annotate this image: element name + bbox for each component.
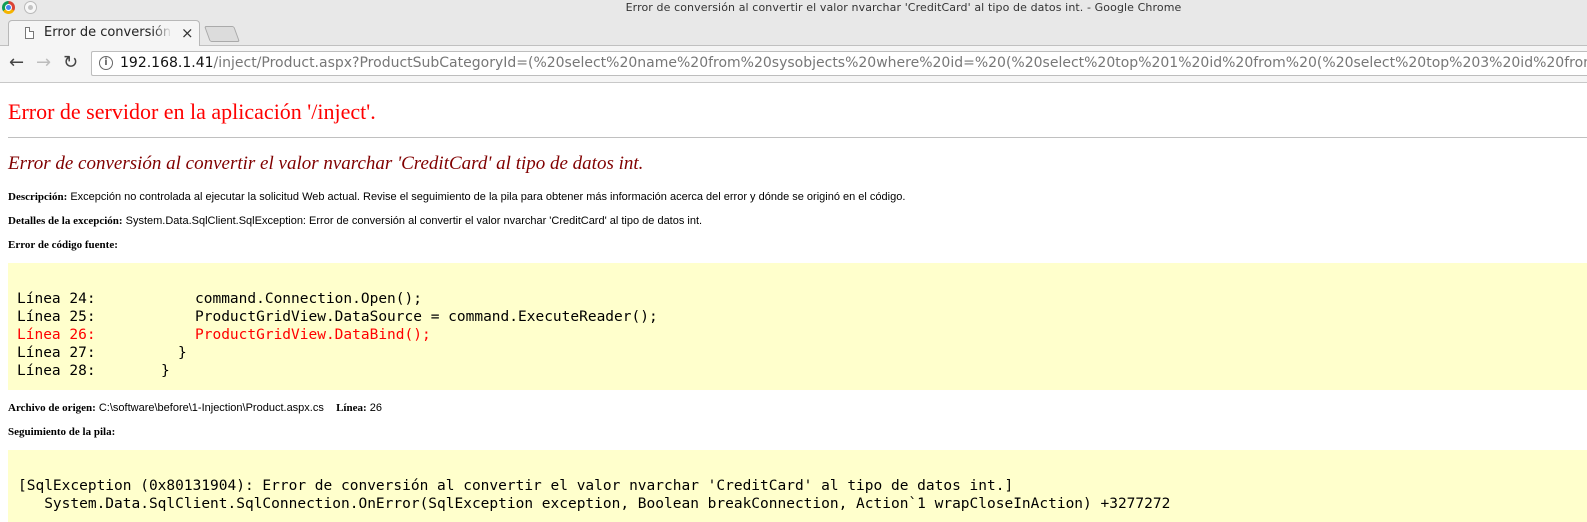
description-label: Descripción: — [8, 191, 68, 203]
url-text[interactable]: 192.168.1.41/inject/Product.aspx?Product… — [120, 55, 1587, 71]
page-icon — [25, 27, 34, 39]
reload-icon[interactable]: ↻ — [63, 53, 78, 73]
code-line-text: ProductGridView.DataSource = command.Exe… — [195, 309, 658, 325]
error-title: Error de conversión al convertir el valo… — [8, 153, 644, 174]
code-line-label: Línea 25: — [17, 309, 96, 325]
stack-trace-label: Seguimiento de la pila: — [8, 426, 116, 438]
close-tab-icon[interactable]: × — [181, 24, 194, 42]
exception-label: Detalles de la excepción: — [8, 215, 123, 227]
tab-strip: Error de conversión al convertir × — [0, 16, 1587, 46]
exception-text: System.Data.SqlClient.SqlException: Erro… — [125, 215, 703, 227]
browser-toolbar: ← → ↻ i 192.168.1.41/inject/Product.aspx… — [0, 46, 1587, 83]
line-number: 26 — [369, 402, 382, 414]
stack-line: System.Data.SqlClient.SqlConnection.OnEr… — [18, 496, 1171, 512]
source-code-block: Línea 24: command.Connection.Open(); Líne… — [8, 263, 1587, 390]
address-bar[interactable]: i 192.168.1.41/inject/Product.aspx?Produ… — [91, 51, 1587, 76]
stack-line: [SqlException (0x80131904): Error de con… — [18, 478, 1014, 494]
code-line-text: } — [178, 345, 187, 361]
code-line-label: Línea 28: — [17, 363, 96, 379]
description-text: Excepción no controlada al ejecutar la s… — [70, 191, 906, 203]
source-error-line: Error de código fuente: — [8, 239, 118, 251]
window-title: Error de conversión al convertir el valo… — [625, 1, 1182, 14]
source-file-label: Archivo de origen: — [8, 402, 96, 414]
source-file-line: Archivo de origen: C:\software\before\1-… — [8, 402, 382, 414]
new-tab-button[interactable] — [204, 26, 240, 42]
code-line-label: Línea 26: — [17, 327, 96, 343]
tab-title: Error de conversión al convertir — [44, 25, 172, 40]
page-heading: Error de servidor en la aplicación '/inj… — [8, 99, 376, 124]
divider — [8, 137, 1587, 138]
line-label: Línea: — [336, 402, 367, 414]
stack-trace-line: Seguimiento de la pila: — [8, 426, 115, 438]
code-line-text: } — [161, 363, 170, 379]
description-line: Descripción: Excepción no controlada al … — [8, 191, 905, 203]
back-arrow-icon[interactable]: ← — [9, 53, 24, 73]
page-content: Error de servidor en la aplicación '/inj… — [0, 84, 1587, 522]
stack-trace-block: [SqlException (0x80131904): Error de con… — [8, 450, 1587, 522]
code-line-label: Línea 24: — [17, 291, 96, 307]
source-file-path: C:\software\before\1-Injection\Product.a… — [98, 402, 324, 414]
url-path: /inject/Product.aspx?ProductSubCategoryI… — [213, 55, 1587, 71]
site-info-icon[interactable]: i — [99, 56, 113, 70]
code-line-text: ProductGridView.DataBind(); — [195, 327, 431, 343]
source-error-label: Error de código fuente: — [8, 239, 118, 251]
browser-tab[interactable]: Error de conversión al convertir × — [8, 20, 200, 46]
url-host: 192.168.1.41 — [120, 55, 214, 71]
window-title-bar: Error de conversión al convertir el valo… — [0, 0, 1587, 16]
exception-details-line: Detalles de la excepción: System.Data.Sq… — [8, 215, 702, 227]
code-line-label: Línea 27: — [17, 345, 96, 361]
forward-arrow-icon[interactable]: → — [36, 53, 51, 73]
code-line-text: command.Connection.Open(); — [195, 291, 422, 307]
